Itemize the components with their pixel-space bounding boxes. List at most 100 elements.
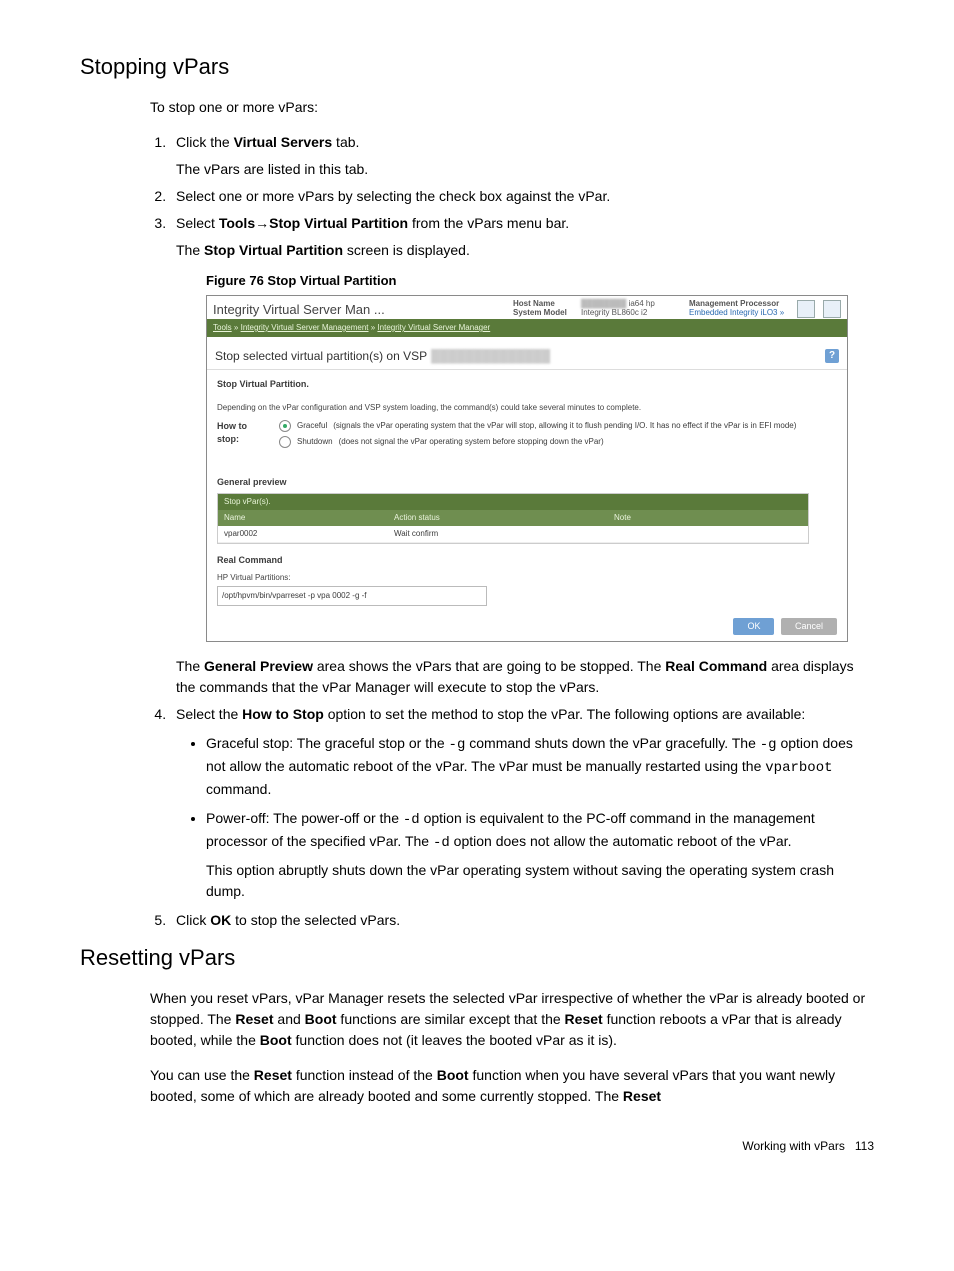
ss-body: Stop Virtual Partition. Depending on the… bbox=[207, 370, 847, 612]
s4-a: Select the bbox=[176, 706, 242, 722]
ok-button[interactable]: OK bbox=[733, 618, 774, 636]
b1b: command shuts down the vPar gracefully. … bbox=[465, 735, 759, 751]
r1b: Reset bbox=[235, 1011, 273, 1027]
step3-sub-a: The bbox=[176, 242, 204, 258]
ss-preview-title: General preview bbox=[217, 476, 837, 490]
col-note: Note bbox=[614, 512, 808, 524]
post-figure-text: The General Preview area shows the vPars… bbox=[176, 656, 874, 698]
intro-text: To stop one or more vPars: bbox=[150, 97, 874, 118]
radio-graceful[interactable] bbox=[279, 420, 291, 432]
r1i: function does not (it leaves the booted … bbox=[292, 1032, 617, 1048]
ss-table-header: Name Action status Note bbox=[218, 510, 808, 526]
r1c: and bbox=[274, 1011, 305, 1027]
b2a: Power-off: The power-off or the bbox=[206, 810, 403, 826]
opt-shutdown-name: Shutdown bbox=[297, 436, 333, 448]
pf-c: area shows the vPars that are going to b… bbox=[313, 658, 665, 674]
figure-caption: Figure 76 Stop Virtual Partition bbox=[206, 271, 874, 291]
b2c2: -d bbox=[433, 835, 450, 851]
ss-realcmd-sub: HP Virtual Partitions: bbox=[217, 572, 837, 584]
step-5: Click OK to stop the selected vPars. bbox=[170, 910, 874, 931]
col-name: Name bbox=[218, 512, 394, 524]
b1c2: -g bbox=[760, 737, 777, 753]
col-action: Action status bbox=[394, 512, 614, 524]
step-4: Select the How to Stop option to set the… bbox=[170, 704, 874, 902]
ss-topbar: Integrity Virtual Server Man ... Host Na… bbox=[207, 296, 847, 320]
row-name: vpar0002 bbox=[218, 528, 394, 540]
ss-button-row: OK Cancel bbox=[207, 612, 847, 642]
b1d: command. bbox=[206, 781, 271, 797]
steps-list: Click the Virtual Servers tab. The vPars… bbox=[170, 132, 874, 931]
step-2: Select one or more vPars by selecting th… bbox=[170, 186, 874, 207]
step3-d: from the vPars menu bar. bbox=[408, 215, 569, 231]
resetting-p2: You can use the Reset function instead o… bbox=[150, 1065, 874, 1107]
bullet-poweroff: Power-off: The power-off or the -d optio… bbox=[206, 808, 874, 902]
s5a: Click bbox=[176, 912, 210, 928]
footer-text: Working with vPars bbox=[742, 1139, 844, 1153]
r1f: Reset bbox=[565, 1011, 603, 1027]
ss-subtitle: Stop selected virtual partition(s) on VS… bbox=[215, 347, 427, 365]
bullet-graceful: Graceful stop: The graceful stop or the … bbox=[206, 733, 874, 800]
ss-subtitle-host: ██████████████ bbox=[431, 347, 550, 365]
b1c3: vparboot bbox=[765, 760, 832, 776]
r1d: Boot bbox=[305, 1011, 337, 1027]
step-3: Select Tools→Stop Virtual Partition from… bbox=[170, 213, 874, 698]
r2d: Boot bbox=[437, 1067, 469, 1083]
s4-b: How to Stop bbox=[242, 706, 324, 722]
step3-sub-b: Stop Virtual Partition bbox=[204, 242, 343, 258]
ss-mgmt-val[interactable]: Embedded Integrity iLO3 » bbox=[689, 308, 784, 317]
row-action: Wait confirm bbox=[394, 528, 614, 540]
opt-graceful-name: Graceful bbox=[297, 420, 327, 432]
breadcrumb-tools[interactable]: Tools bbox=[213, 323, 232, 332]
section-heading-resetting: Resetting vPars bbox=[80, 941, 874, 974]
layout-icon[interactable] bbox=[797, 300, 815, 318]
grid-icon[interactable] bbox=[823, 300, 841, 318]
breadcrumb-ivsm[interactable]: Integrity Virtual Server Management bbox=[241, 323, 369, 332]
opt-shutdown-desc: (does not signal the vPar operating syst… bbox=[339, 436, 604, 448]
ss-subtitle-row: Stop selected virtual partition(s) on VS… bbox=[207, 337, 847, 370]
ss-realcmd-title: Real Command bbox=[217, 554, 837, 568]
cancel-button[interactable]: Cancel bbox=[781, 618, 837, 636]
r2f: Reset bbox=[623, 1088, 661, 1104]
ss-sysmodel-lbl: System Model bbox=[513, 309, 573, 318]
help-icon[interactable]: ? bbox=[825, 349, 839, 363]
section-heading-stopping: Stopping vPars bbox=[80, 50, 874, 83]
screenshot-figure: Integrity Virtual Server Man ... Host Na… bbox=[206, 295, 848, 643]
s5c: to stop the selected vPars. bbox=[231, 912, 400, 928]
pf-d: Real Command bbox=[665, 658, 767, 674]
b2c: option does not allow the automatic rebo… bbox=[450, 833, 792, 849]
r2c: function instead of the bbox=[292, 1067, 437, 1083]
ss-breadcrumb: Tools » Integrity Virtual Server Managem… bbox=[207, 319, 847, 337]
step1-sub: The vPars are listed in this tab. bbox=[176, 159, 874, 180]
ss-app-title: Integrity Virtual Server Man ... bbox=[213, 300, 385, 320]
step3-c: Stop Virtual Partition bbox=[269, 215, 408, 231]
step3-arrow: → bbox=[255, 215, 269, 231]
resetting-p1: When you reset vPars, vPar Manager reset… bbox=[150, 988, 874, 1051]
step-1: Click the Virtual Servers tab. The vPars… bbox=[170, 132, 874, 180]
ss-panel-desc: Depending on the vPar configuration and … bbox=[217, 402, 837, 414]
r2a: You can use the bbox=[150, 1067, 254, 1083]
r1h: Boot bbox=[260, 1032, 292, 1048]
step3-sub: The Stop Virtual Partition screen is dis… bbox=[176, 240, 874, 261]
radio-shutdown[interactable] bbox=[279, 436, 291, 448]
ss-panel-title: Stop Virtual Partition. bbox=[217, 378, 837, 392]
r1e: functions are similar except that the bbox=[337, 1011, 565, 1027]
breadcrumb-ivsm2[interactable]: Integrity Virtual Server Manager bbox=[377, 323, 490, 332]
s4-c: option to set the method to stop the vPa… bbox=[324, 706, 806, 722]
table-row: vpar0002 Wait confirm bbox=[218, 526, 808, 543]
step3-sub-c: screen is displayed. bbox=[343, 242, 470, 258]
r2b: Reset bbox=[254, 1067, 292, 1083]
step1-text-c: tab. bbox=[332, 134, 359, 150]
ss-hostname-val: ████████ bbox=[581, 299, 626, 308]
page-footer: Working with vPars 113 bbox=[80, 1137, 874, 1155]
b1c1: -g bbox=[449, 737, 466, 753]
b2c1: -d bbox=[403, 812, 420, 828]
ss-how-label: How to stop: bbox=[217, 420, 271, 447]
ss-table-caption: Stop vPar(s). bbox=[218, 494, 808, 510]
step1-text-a: Click the bbox=[176, 134, 234, 150]
step3-b: Tools bbox=[219, 215, 255, 231]
b2sub: This option abruptly shuts down the vPar… bbox=[206, 860, 874, 902]
pf-b: General Preview bbox=[204, 658, 313, 674]
opt-graceful-desc: (signals the vPar operating system that … bbox=[333, 420, 796, 432]
ss-realcmd-box[interactable]: /opt/hpvm/bin/vparreset -p vpa 0002 -g -… bbox=[217, 586, 487, 606]
s5b: OK bbox=[210, 912, 231, 928]
